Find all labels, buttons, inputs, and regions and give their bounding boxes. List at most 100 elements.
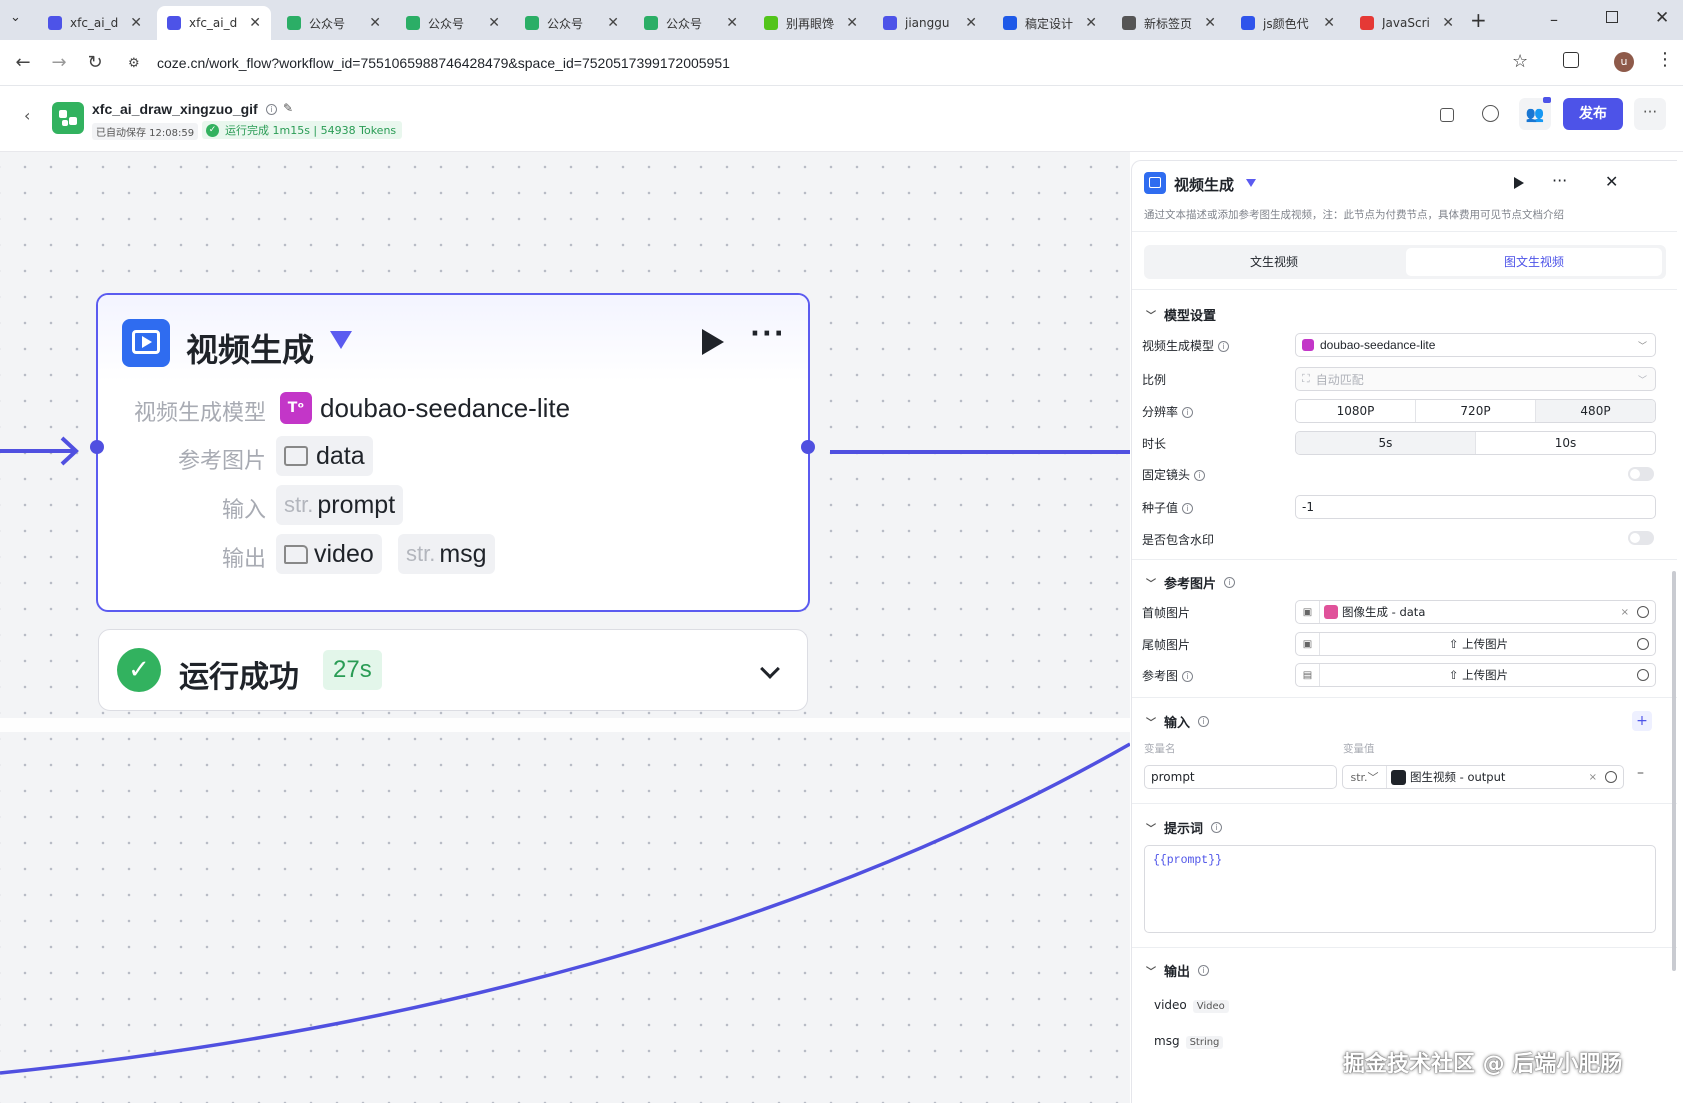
tab-close-icon[interactable]: ✕ [726,15,738,31]
panel-close-icon[interactable]: ✕ [1605,172,1618,191]
watermark-toggle[interactable] [1628,531,1654,545]
close-window-icon[interactable]: ✕ [1655,8,1669,28]
first-frame-field[interactable]: ▣ 图像生成 - data × [1295,600,1656,624]
prompt-section[interactable]: ﹀ 提示词 i [1146,818,1223,837]
tab-close-icon[interactable]: ✕ [249,15,261,31]
browser-tab[interactable]: 稿定设计 ✕ [993,6,1107,40]
upload-ref-image[interactable]: ⇧ 上传图片 [1320,667,1637,683]
extensions-icon[interactable] [1563,52,1579,68]
duration-10s[interactable]: 10s [1476,432,1655,454]
browser-tab[interactable]: 公众号 ✕ [515,6,629,40]
maximize-icon[interactable] [1606,11,1618,23]
duration-5s[interactable]: 5s [1296,432,1476,454]
panel-more-icon[interactable]: ··· [1552,171,1567,190]
model-settings-section[interactable]: ﹀ 模型设置 [1146,305,1216,324]
tab-list-icon[interactable]: ⌄ [10,10,21,25]
video-generation-node[interactable]: 视频生成 ··· 视频生成模型 Tᵒ doubao-seedance-lite … [90,293,815,612]
tab-close-icon[interactable]: ✕ [965,15,977,31]
target-icon[interactable] [1637,606,1649,618]
browser-tab[interactable]: 公众号 ✕ [634,6,748,40]
target-icon[interactable] [1605,771,1617,783]
success-check-icon: ✓ [117,648,161,692]
browser-tab[interactable]: xfc_ai_d ✕ [38,6,152,40]
workflow-info-icon[interactable]: i [266,104,277,115]
tab-text-to-video[interactable]: 文生视频 [1146,248,1402,276]
browser-tab[interactable]: 新标签页 ✕ [1112,6,1226,40]
tab-close-icon[interactable]: ✕ [488,15,500,31]
node-output-msg: msg [439,539,487,568]
node-config-panel: 视频生成 ··· ✕ 通过文本描述或添加参考图生成视频，注：此节点为付费节点，具… [1131,160,1677,1103]
tab-close-icon[interactable]: ✕ [1323,15,1335,31]
browser-tab[interactable]: 公众号 ✕ [277,6,391,40]
ratio-select[interactable]: ⛶ 自动匹配 ﹀ [1295,367,1656,391]
browser-tab[interactable]: js颜色代 ✕ [1231,6,1345,40]
upload-last-frame[interactable]: ⇧ 上传图片 [1320,636,1637,652]
publish-button[interactable]: 发布 [1563,98,1623,130]
ref-image-field[interactable]: ▤ ⇧ 上传图片 [1295,663,1656,687]
fixed-camera-toggle[interactable] [1628,467,1654,481]
input-section[interactable]: ﹀ 输入 i [1146,712,1210,731]
tab-close-icon[interactable]: ✕ [130,15,142,31]
last-frame-field[interactable]: ▣ ⇧ 上传图片 [1295,632,1656,656]
type-select[interactable]: str. ﹀ [1343,766,1387,788]
resolution-1080p[interactable]: 1080P [1296,400,1416,422]
target-icon[interactable] [1637,638,1649,650]
tab-label: 公众号 [547,16,584,31]
resolution-480p[interactable]: 480P [1536,400,1655,422]
watermark-label: 是否包含水印 [1142,533,1215,547]
site-info-icon[interactable]: ⚙ [128,55,140,71]
browser-tab[interactable]: JavaScri ✕ [1350,6,1464,40]
panel-scrollbar[interactable] [1672,571,1676,971]
tab-close-icon[interactable]: ✕ [1204,15,1216,31]
browser-tab[interactable]: 公众号 ✕ [396,6,510,40]
collapse-chevron-icon[interactable]: ﹀ [1146,307,1156,322]
run-result-card[interactable]: ✓ 运行成功 27s [98,629,808,711]
output-port[interactable] [801,440,815,454]
tab-image-to-video[interactable]: 图文生视频 [1406,248,1662,276]
forward-icon[interactable]: → [48,52,70,73]
panel-run-icon[interactable] [1514,177,1524,189]
input-var-name[interactable]: prompt [1144,765,1337,789]
remove-input-icon[interactable]: – [1637,765,1644,781]
resolution-720p[interactable]: 720P [1416,400,1536,422]
add-input-icon[interactable]: + [1632,711,1652,731]
input-port[interactable] [90,440,104,454]
expand-chevron-icon[interactable] [760,659,780,679]
browser-tab[interactable]: jianggu ✕ [873,6,987,40]
clear-icon[interactable]: × [1589,772,1597,783]
copy-icon[interactable] [1440,108,1454,122]
back-icon[interactable]: ← [12,52,34,73]
minimize-icon[interactable]: – [1550,10,1558,29]
url-field[interactable]: ⚙ coze.cn/work_flow?workflow_id=75510659… [122,47,1562,79]
browser-tab[interactable]: xfc_ai_d ✕ [157,6,271,40]
model-select[interactable]: doubao-seedance-lite ﹀ [1295,333,1656,357]
clear-icon[interactable]: × [1621,607,1629,618]
collapse-chevron-icon[interactable]: ﹀ [1146,820,1156,835]
input-var-value-field[interactable]: str. ﹀ 图生视频 - output × [1342,765,1624,789]
browser-menu-icon[interactable]: ⋮ [1656,49,1674,70]
browser-tab[interactable]: 别再眼馋 ✕ [754,6,868,40]
profile-avatar[interactable]: u [1614,52,1634,72]
output-section[interactable]: ﹀ 输出 i [1146,961,1210,980]
node-more-icon[interactable]: ··· [750,319,786,349]
collapse-chevron-icon[interactable]: ﹀ [1146,575,1156,590]
more-options-icon[interactable]: ··· [1634,98,1666,130]
prompt-editor[interactable]: {{prompt}} [1144,845,1656,933]
node-run-icon[interactable] [702,329,724,355]
target-icon[interactable] [1637,669,1649,681]
new-tab-icon[interactable]: + [1470,8,1487,32]
collapse-chevron-icon[interactable]: ﹀ [1146,963,1156,978]
tab-close-icon[interactable]: ✕ [369,15,381,31]
tab-close-icon[interactable]: ✕ [607,15,619,31]
tab-close-icon[interactable]: ✕ [1085,15,1097,31]
history-icon[interactable] [1482,105,1499,122]
collapse-chevron-icon[interactable]: ﹀ [1146,714,1156,729]
bookmark-star-icon[interactable]: ☆ [1512,51,1528,72]
reload-icon[interactable]: ↻ [84,52,106,73]
edit-name-icon[interactable]: ✎ [283,101,293,115]
seed-input[interactable]: -1 [1295,495,1656,519]
ref-images-section[interactable]: ﹀ 参考图片 i [1146,573,1236,592]
tab-close-icon[interactable]: ✕ [1442,15,1454,31]
tab-close-icon[interactable]: ✕ [846,15,858,31]
back-chevron-icon[interactable]: ‹ [24,106,30,125]
